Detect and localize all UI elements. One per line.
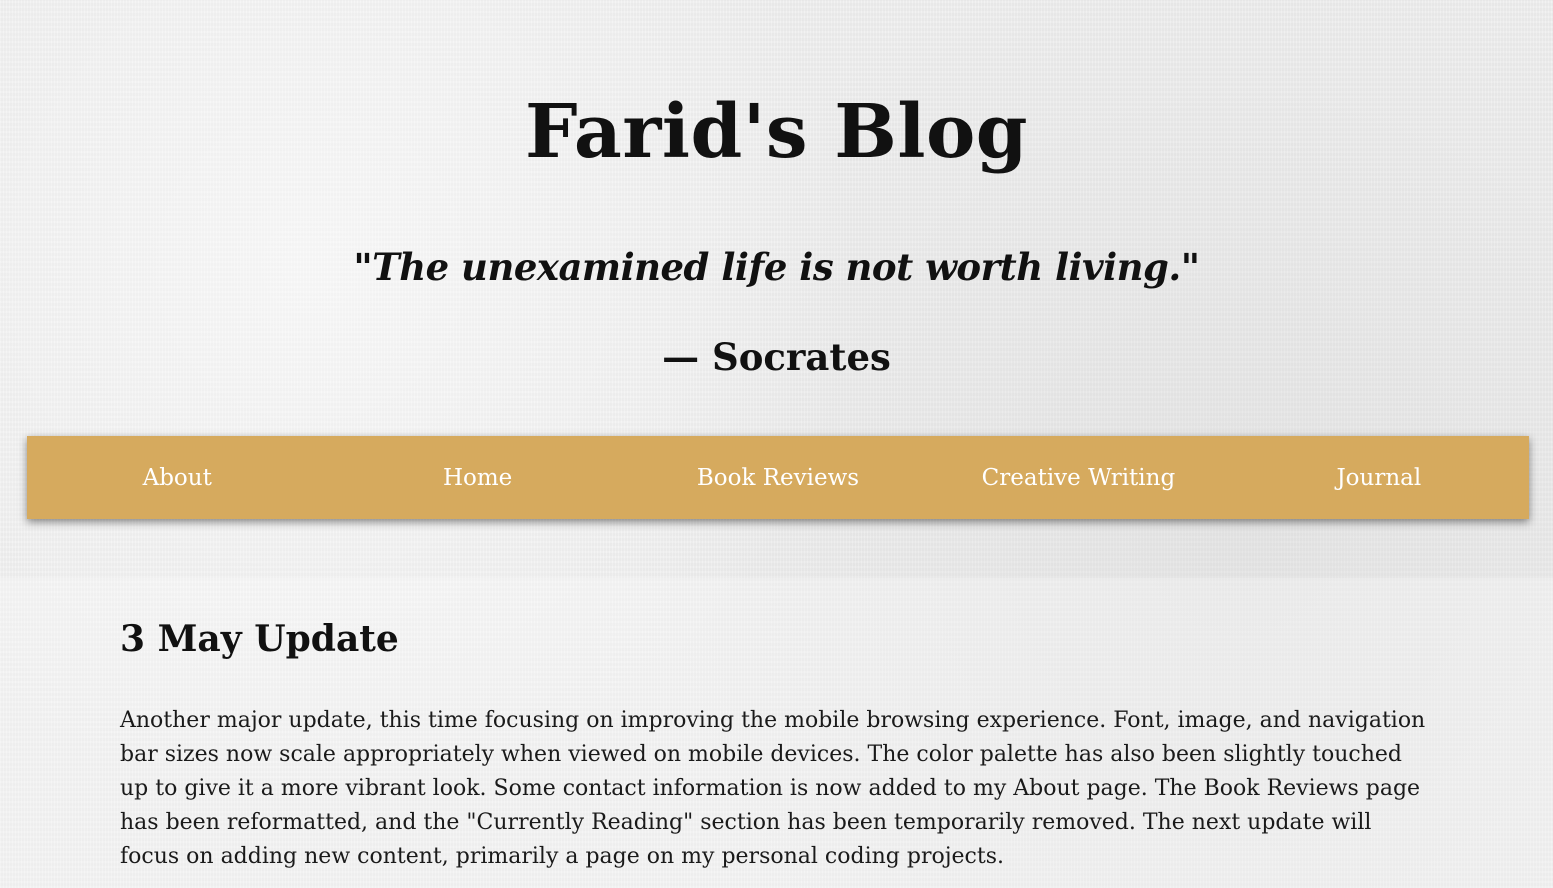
- header-quote: "The unexamined life is not worth living…: [353, 245, 1200, 289]
- blog-post: 3 May Update Another major update, this …: [120, 610, 1430, 874]
- site-header: Farid's Blog "The unexamined life is not…: [0, 0, 1553, 578]
- nav-link-about[interactable]: About: [27, 436, 327, 519]
- quote-author: — Socrates: [662, 335, 891, 379]
- site-title: Farid's Blog: [524, 89, 1029, 175]
- nav-link-journal[interactable]: Journal: [1229, 436, 1529, 519]
- post-body: Another major update, this time focusing…: [120, 708, 1426, 869]
- post-title: 3 May Update: [120, 618, 399, 660]
- main-navigation-bar: About Home Book Reviews Creative Writing…: [27, 436, 1529, 519]
- nav-link-home[interactable]: Home: [327, 436, 627, 519]
- nav-link-book-reviews[interactable]: Book Reviews: [628, 436, 928, 519]
- nav-link-creative-writing[interactable]: Creative Writing: [928, 436, 1228, 519]
